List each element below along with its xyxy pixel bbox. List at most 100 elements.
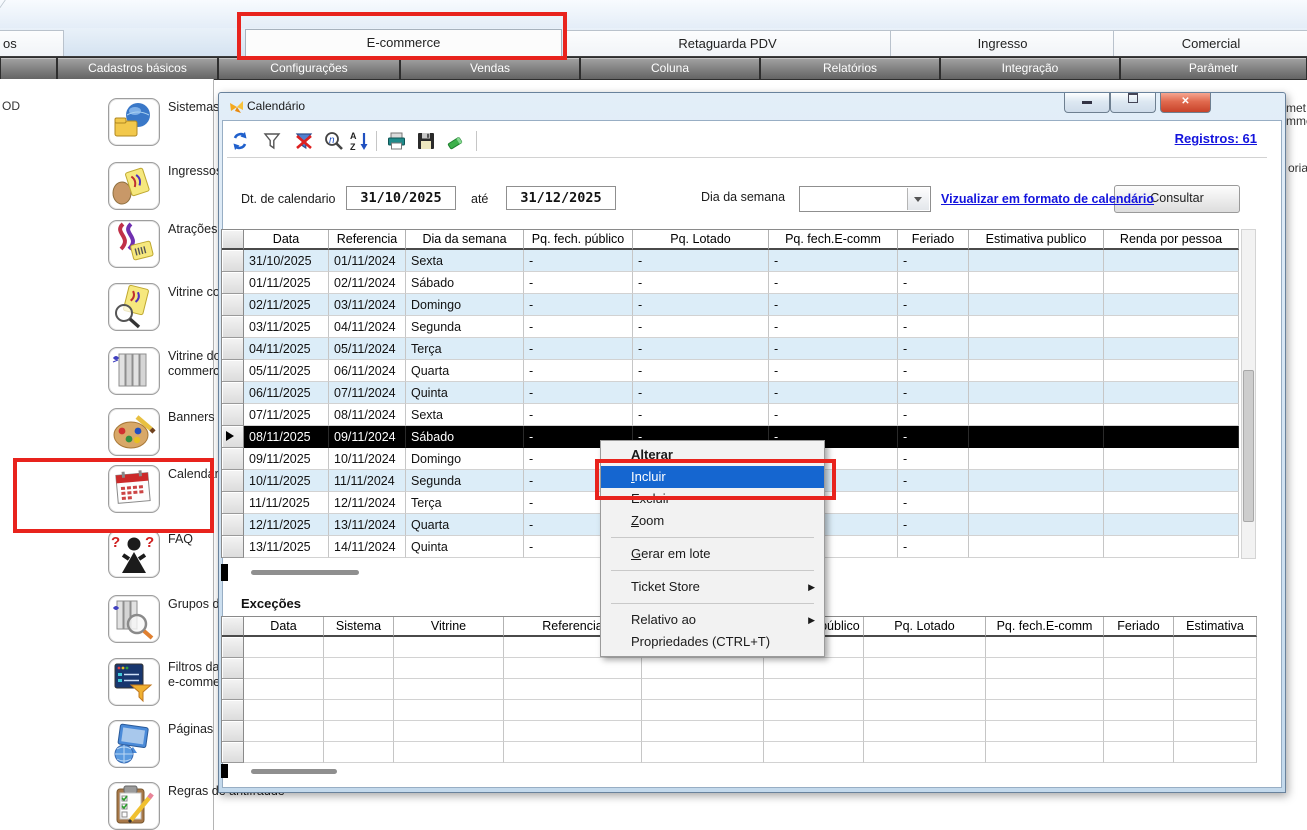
minimize-button[interactable]: ▬ [1064,93,1110,113]
row-selector-cell[interactable] [222,294,244,316]
column-header-sistema[interactable]: Sistema [324,617,394,637]
date-to-input[interactable] [506,186,616,210]
row-selector-cell[interactable] [222,338,244,360]
row-selector-cell[interactable] [222,316,244,338]
table-row[interactable] [222,679,1257,700]
sidebar-item-faq[interactable]: ??FAQ [108,530,213,582]
grid-vscroll-thumb[interactable] [1243,370,1254,522]
column-header-vitrine[interactable]: Vitrine [394,617,504,637]
menu-item-incluir[interactable]: Incluir [601,466,824,488]
row-selector-cell[interactable] [222,448,244,470]
row-selector-cell[interactable] [222,637,244,658]
sort-icon[interactable]: AZ [349,130,371,152]
row-selector-cell[interactable] [222,492,244,514]
row-selector-cell[interactable] [222,514,244,536]
print-icon[interactable] [386,130,408,152]
menubar-item-parametr[interactable]: Parâmetr [1120,57,1307,80]
menubar-item-configuracoes[interactable]: Configurações [218,57,400,80]
calendar-view-link[interactable]: Vizualizar em formato de calendário [941,192,1154,206]
menu-item-ticket-store[interactable]: Ticket Store▶ [601,576,824,598]
menu-stub-button[interactable] [0,57,57,80]
row-selector-cell[interactable] [222,721,244,742]
menu-item-relativo-ao[interactable]: Relativo ao▶ [601,609,824,631]
column-header-dia-da-semana[interactable]: Dia da semana [406,230,524,250]
clear-filter-icon[interactable] [293,130,315,152]
tab-partial[interactable]: os [0,30,64,56]
row-selector-cell[interactable] [222,360,244,382]
menu-item-zoom[interactable]: Zoom [601,510,824,532]
table-row[interactable]: 31/10/202501/11/2024Sexta---- [222,250,1239,272]
row-selector-cell[interactable] [222,250,244,272]
row-selector-cell[interactable] [222,700,244,721]
column-header-data[interactable]: Data [244,617,324,637]
date-from-input[interactable] [346,186,456,210]
row-selector-cell[interactable] [222,742,244,763]
table-row[interactable]: 03/11/202504/11/2024Segunda---- [222,316,1239,338]
tab-retaguarda-pdv[interactable]: Retaguarda PDV [563,30,892,56]
column-header-estimativa-publico[interactable]: Estimativa publico [969,230,1104,250]
table-row[interactable] [222,742,1257,763]
sidebar-item-sistemas[interactable]: Sistemas [108,98,213,150]
menu-item-excluir[interactable]: Excluir [601,488,824,510]
column-header-feriado[interactable]: Feriado [1104,617,1174,637]
column-header-pq-fech-publico[interactable]: Pq. fech. público [524,230,633,250]
menubar-item-coluna[interactable]: Coluna [580,57,760,80]
table-row[interactable]: 01/11/202502/11/2024Sábado---- [222,272,1239,294]
sidebar-item-atracoes[interactable]: Atrações [108,220,213,272]
table-row[interactable] [222,700,1257,721]
sidebar-item-filtros-da-vitrine-do-e-commerce[interactable]: Filtros da vitrine do e-commerce [108,658,213,710]
sidebar-item-calendario[interactable]: Calendário [108,465,213,517]
row-selector-cell[interactable] [222,658,244,679]
column-header-pq-lotado[interactable]: Pq. Lotado [633,230,769,250]
row-selector-cell[interactable] [222,382,244,404]
menu-item-propriedades-ctrl-t[interactable]: Propriedades (CTRL+T) [601,631,824,653]
sidebar-item-grupos-de-vitrine[interactable]: Grupos de vitrine [108,595,213,647]
column-header-renda-por-pessoa[interactable]: Renda por pessoa [1104,230,1239,250]
sidebar-item-regras-de-antifraude[interactable]: Regras de antifraude [108,782,213,830]
table-row[interactable]: 04/11/202505/11/2024Terça---- [222,338,1239,360]
sidebar-item-paginas[interactable]: Páginas [108,720,213,772]
table-row[interactable] [222,721,1257,742]
table-row[interactable]: 05/11/202506/11/2024Quarta---- [222,360,1239,382]
tab-comercial[interactable]: Comercial [1113,30,1307,56]
table-row[interactable]: 06/11/202507/11/2024Quinta---- [222,382,1239,404]
menu-item-gerar-em-lote[interactable]: Gerar em lote [601,543,824,565]
column-header-pq-fech-e-comm[interactable]: Pq. fech.E-comm [986,617,1104,637]
sidebar-item-vitrine-complementar[interactable]: Vitrine complementar [108,283,213,335]
row-selector-cell[interactable] [222,426,244,448]
column-header-referencia[interactable]: Referencia [329,230,406,250]
edit-icon[interactable] [445,130,467,152]
registros-link[interactable]: Registros: 61 [1175,131,1257,146]
menubar-item-cadastros-basicos[interactable]: Cadastros básicos [57,57,218,80]
table-row[interactable]: 02/11/202503/11/2024Domingo---- [222,294,1239,316]
menubar-item-relatorios[interactable]: Relatórios [760,57,940,80]
menubar-item-vendas[interactable]: Vendas [400,57,580,80]
menubar-item-integracao[interactable]: Integração [940,57,1120,80]
sidebar-item-ingressos[interactable]: Ingressos [108,162,213,214]
sidebar-item-vitrine-do-e-commerce[interactable]: Vitrine do E-commerce [108,347,213,399]
grid-vertical-scrollbar[interactable] [1241,229,1256,559]
row-selector-cell[interactable] [222,470,244,492]
sidebar-item-banners[interactable]: Banners [108,408,213,460]
close-button[interactable]: ✕ [1160,93,1211,113]
table-row[interactable] [222,658,1257,679]
weekday-select[interactable] [799,186,931,212]
row-selector-cell[interactable] [222,272,244,294]
row-selector-cell[interactable] [222,404,244,426]
maximize-button[interactable] [1110,93,1156,113]
row-selector-cell[interactable] [222,536,244,558]
table-row[interactable]: 07/11/202508/11/2024Sexta---- [222,404,1239,426]
refresh-icon[interactable] [229,130,251,152]
save-icon[interactable] [415,130,437,152]
column-header-estimativa[interactable]: Estimativa [1174,617,1257,637]
tab-e-commerce[interactable]: E-commerce [245,29,562,57]
tab-ingresso[interactable]: Ingresso [890,30,1115,56]
grid-hscroll-thumb[interactable] [251,570,359,575]
find-icon[interactable]: n [323,130,345,152]
combo-arrow-button[interactable] [907,188,929,210]
column-header-pq-fech-e-comm[interactable]: Pq. fech.E-comm [769,230,898,250]
column-header-pq-lotado[interactable]: Pq. Lotado [864,617,986,637]
column-header-data[interactable]: Data [244,230,329,250]
filter-icon[interactable] [261,130,283,152]
menu-item-alterar[interactable]: Alterar [601,444,824,466]
